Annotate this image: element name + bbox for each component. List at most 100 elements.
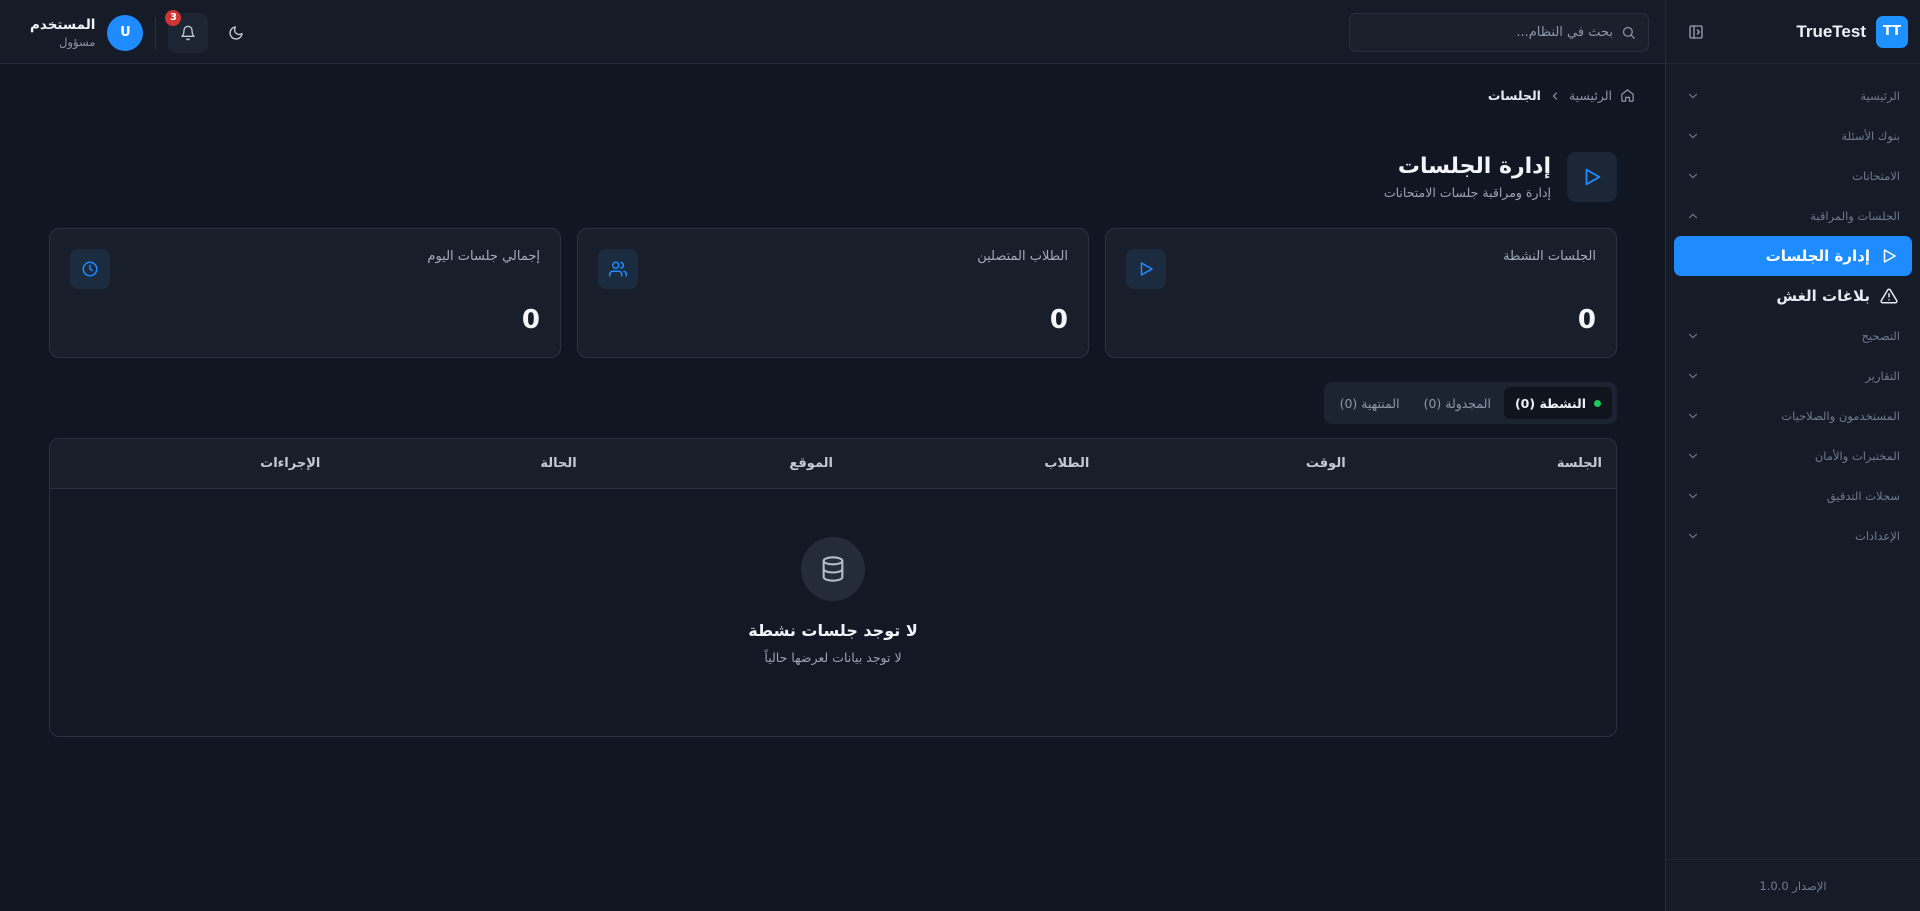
chevron-down-icon	[1686, 169, 1700, 183]
tab-active[interactable]: النشطة (0)	[1503, 387, 1612, 419]
sidebar-item-label: الإعدادات	[1855, 529, 1900, 543]
topbar: بحث في النظام... المستخدم مسؤول U 3	[0, 0, 1665, 64]
stat-label: الطلاب المتصلين	[977, 249, 1068, 264]
sidebar-item-label: الامتحانات	[1852, 169, 1900, 183]
brand-home-link[interactable]: TT TrueTest	[1796, 15, 1908, 48]
stat-value: 0	[1049, 305, 1068, 335]
column-header-status[interactable]: الحالة	[320, 456, 576, 471]
chevron-down-icon	[1686, 329, 1700, 343]
chevron-down-icon	[1686, 89, 1700, 103]
sidebar-item-question-banks[interactable]: بنوك الأسئلة	[1666, 116, 1920, 156]
tab-label: المنتهية (0)	[1339, 395, 1400, 411]
theme-toggle-button[interactable]	[220, 17, 252, 49]
sidebar-item-audit-logs[interactable]: سجلات التدقيق	[1666, 476, 1920, 516]
clock-icon	[70, 249, 110, 289]
sidebar-item-label: الجلسات والمراقبة	[1810, 209, 1900, 223]
tab-label: المجدولة (0)	[1423, 395, 1491, 411]
stats-cards: الجلسات النشطة 0 الطلاب المتصلين 0 إجمال…	[49, 228, 1617, 358]
chevron-down-icon	[1686, 129, 1700, 143]
play-icon	[1880, 247, 1898, 265]
column-header-actions: الإجراءات	[260, 456, 321, 471]
stat-value: 0	[1577, 305, 1596, 335]
chevron-down-icon	[1686, 369, 1700, 383]
column-header-location[interactable]: الموقع	[577, 456, 833, 471]
empty-state-title: لا توجد جلسات نشطة	[748, 621, 918, 640]
brand-logo: TT	[1876, 15, 1908, 48]
chevron-up-icon	[1686, 209, 1700, 223]
sidebar: TT TrueTest الرئيسية بنوك الأسئلة الامتح…	[1665, 0, 1920, 911]
sidebar-item-reports[interactable]: التقارير	[1666, 356, 1920, 396]
empty-state: لا توجد جلسات نشطة لا توجد بيانات لعرضها…	[50, 537, 1616, 665]
notification-count-badge: 3	[165, 9, 182, 26]
session-tabs: النشطة (0) المجدولة (0) المنتهية (0)	[1323, 382, 1617, 424]
play-icon	[1126, 249, 1166, 289]
tab-label: النشطة (0)	[1514, 395, 1586, 411]
column-header-students[interactable]: الطلاب	[833, 456, 1089, 471]
sidebar-brand: TT TrueTest	[1666, 0, 1920, 64]
notifications-button[interactable]: 3	[165, 9, 209, 53]
column-header-session[interactable]: الجلسة	[1346, 456, 1602, 471]
user-name: المستخدم	[30, 16, 96, 33]
stat-card-connected-students: الطلاب المتصلين 0	[577, 228, 1089, 358]
home-icon[interactable]	[1620, 88, 1635, 103]
sidebar-item-label: بنوك الأسئلة	[1841, 129, 1900, 143]
table-header: الجلسة الوقت الطلاب الموقع الحالة الإجرا…	[50, 439, 1616, 489]
panel-collapse-icon	[1688, 24, 1704, 40]
sidebar-item-label: سجلات التدقيق	[1826, 489, 1900, 503]
sidebar-item-label: بلاغات الغش	[1776, 287, 1870, 305]
breadcrumb-home[interactable]: الرئيسية	[1569, 88, 1612, 103]
sidebar-item-sessions-monitoring[interactable]: الجلسات والمراقبة	[1666, 196, 1920, 236]
sidebar-nav: الرئيسية بنوك الأسئلة الامتحانات الجلسات…	[1666, 64, 1920, 556]
sidebar-item-label: التقارير	[1865, 369, 1900, 383]
sidebar-item-label: المختبرات والأمان	[1814, 449, 1900, 463]
sidebar-item-grading[interactable]: التصحيح	[1666, 316, 1920, 356]
topbar-divider	[155, 16, 157, 49]
users-icon	[598, 249, 638, 289]
tab-scheduled[interactable]: المجدولة (0)	[1413, 387, 1502, 419]
sidebar-item-settings[interactable]: الإعدادات	[1666, 516, 1920, 556]
page-heading: إدارة الجلسات إدارة ومراقبة جلسات الامتح…	[1384, 154, 1551, 200]
search-placeholder: بحث في النظام...	[1516, 25, 1613, 40]
column-header-time[interactable]: الوقت	[1089, 456, 1346, 471]
sidebar-item-session-management[interactable]: إدارة الجلسات	[1674, 236, 1912, 276]
sidebar-item-home[interactable]: الرئيسية	[1666, 76, 1920, 116]
moon-icon	[228, 25, 244, 41]
breadcrumb-current: الجلسات	[1487, 88, 1541, 103]
sessions-table: الجلسة الوقت الطلاب الموقع الحالة الإجرا…	[49, 438, 1617, 737]
brand-name: TrueTest	[1796, 21, 1866, 41]
chevron-left-icon	[1549, 90, 1561, 102]
breadcrumb: الرئيسية الجلسات	[1488, 88, 1635, 103]
sidebar-item-labs-security[interactable]: المختبرات والأمان	[1666, 436, 1920, 476]
tab-ended[interactable]: المنتهية (0)	[1329, 387, 1411, 419]
stat-label: الجلسات النشطة	[1503, 249, 1596, 264]
main-content: الرئيسية الجلسات إدارة الجلسات إدارة ومر…	[0, 64, 1665, 911]
chevron-down-icon	[1686, 409, 1700, 423]
chevron-down-icon	[1686, 489, 1700, 503]
chevron-down-icon	[1686, 449, 1700, 463]
empty-state-subtitle: لا توجد بيانات لعرضها حالياً	[764, 650, 902, 665]
user-role: مسؤول	[59, 34, 96, 49]
sidebar-item-label: الرئيسية	[1860, 89, 1900, 103]
warning-icon	[1880, 287, 1898, 305]
sidebar-item-cheating-reports[interactable]: بلاغات الغش	[1674, 276, 1912, 316]
avatar[interactable]: U	[107, 14, 144, 51]
page-title: إدارة الجلسات	[1397, 154, 1551, 179]
stat-value: 0	[521, 305, 540, 335]
chevron-down-icon	[1686, 529, 1700, 543]
sidebar-collapse-button[interactable]	[1682, 18, 1710, 46]
database-icon	[801, 537, 865, 601]
stat-card-active-sessions: الجلسات النشطة 0	[1105, 228, 1617, 358]
status-dot	[1594, 399, 1601, 407]
sidebar-item-users-permissions[interactable]: المستخدمون والصلاحيات	[1666, 396, 1920, 436]
search-icon	[1621, 25, 1636, 40]
sidebar-item-exams[interactable]: الامتحانات	[1666, 156, 1920, 196]
search-input[interactable]: بحث في النظام...	[1349, 13, 1649, 52]
app-version: الإصدار 1.0.0	[1666, 859, 1920, 911]
topbar-actions: المستخدم مسؤول U 3	[30, 9, 252, 53]
user-info[interactable]: المستخدم مسؤول	[30, 17, 95, 49]
page-subtitle: إدارة ومراقبة جلسات الامتحانات	[1383, 185, 1551, 200]
sidebar-item-label: التصحيح	[1861, 329, 1900, 343]
stat-card-today-sessions: إجمالي جلسات اليوم 0	[49, 228, 561, 358]
bell-icon	[180, 25, 196, 41]
page-header: إدارة الجلسات إدارة ومراقبة جلسات الامتح…	[1384, 152, 1617, 202]
